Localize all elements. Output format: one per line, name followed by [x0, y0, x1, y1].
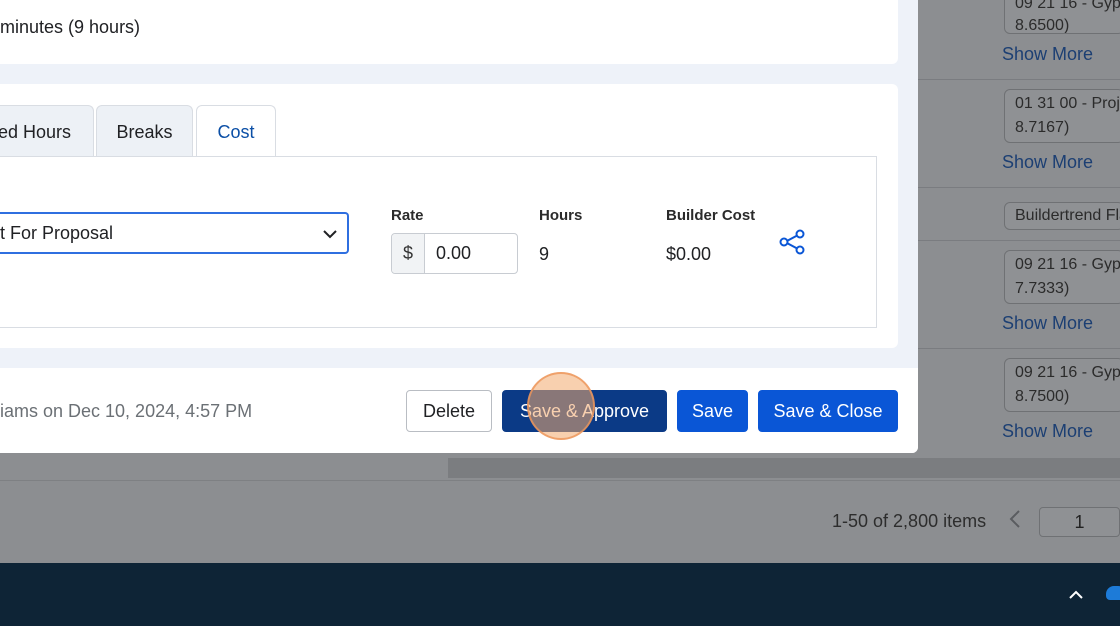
builder-cost-value: $0.00 — [666, 244, 712, 264]
taskbar — [0, 563, 1120, 626]
show-more-link[interactable]: Show More — [1002, 313, 1093, 334]
share-icon[interactable] — [778, 229, 806, 255]
cost-code-tag-value: 7.7333) — [1015, 280, 1070, 297]
cost-code-tag: Buildertrend Fla — [1004, 202, 1120, 230]
page-number-input[interactable]: 1 — [1039, 507, 1120, 537]
last-updated-text: iams on Dec 10, 2024, 4:57 PM — [0, 401, 253, 421]
pagination-summary: 1-50 of 2,800 items — [832, 511, 987, 531]
save-and-close-button[interactable]: Save & Close — [758, 390, 898, 432]
cost-code-tag-text: 01 31 00 - Proje — [1015, 95, 1120, 112]
currency-prefix: $ — [392, 234, 425, 273]
summary-card: minutes (9 hours) — [0, 0, 898, 64]
cost-code-tag: 09 21 16 - Gyps 8.6500) — [1004, 0, 1120, 34]
hours-label: Hours — [539, 207, 583, 224]
save-and-approve-button[interactable]: Save & Approve — [502, 390, 667, 432]
horizontal-scrollbar[interactable] — [448, 458, 1120, 478]
cost-code-select[interactable]: t For Proposal — [0, 212, 349, 254]
hours-value: 9 — [539, 244, 550, 264]
cost-code-tag-value: 8.6500) — [1015, 17, 1070, 34]
builder-cost-label: Builder Cost — [666, 207, 756, 224]
rate-input-group: $ — [391, 233, 518, 274]
divider — [0, 480, 1120, 481]
rate-label: Rate — [391, 207, 424, 224]
tab-label: Breaks — [116, 122, 173, 142]
chevron-up-icon[interactable] — [1066, 584, 1086, 604]
cost-code-value: t For Proposal — [0, 223, 114, 243]
cloud-icon[interactable] — [1106, 586, 1120, 600]
cost-code-tag: 01 31 00 - Proje 8.7167) — [1004, 89, 1120, 143]
show-more-link[interactable]: Show More — [1002, 152, 1093, 173]
cost-code-tag-text: 09 21 16 - Gyps — [1015, 256, 1120, 273]
cost-code-tag: 09 21 16 - Gyps 8.7500) — [1004, 358, 1120, 412]
tab-label: Cost — [217, 122, 255, 142]
cost-code-tag-value: 8.7500) — [1015, 388, 1070, 405]
rate-input[interactable] — [426, 234, 517, 273]
tab-breaks[interactable]: Breaks — [96, 105, 193, 157]
tab-approved-hours[interactable]: ed Hours — [0, 105, 94, 157]
cost-code-tag: 09 21 16 - Gyps 7.7333) — [1004, 250, 1120, 304]
chevron-down-icon — [321, 225, 339, 243]
tab-cost[interactable]: Cost — [196, 105, 276, 158]
tab-label: ed Hours — [0, 122, 71, 142]
chevron-left-icon[interactable] — [1008, 508, 1022, 536]
delete-button[interactable]: Delete — [406, 390, 492, 432]
show-more-link[interactable]: Show More — [1002, 421, 1093, 442]
cost-code-tag-text: 09 21 16 - Gyps — [1015, 0, 1120, 12]
duration-text: minutes (9 hours) — [0, 17, 141, 37]
cost-code-tag-value: 8.7167) — [1015, 119, 1070, 136]
save-button[interactable]: Save — [677, 390, 748, 432]
cost-code-tag-text: 09 21 16 - Gyps — [1015, 364, 1120, 381]
time-clock-modal: minutes (9 hours) ed Hours Breaks Cost t… — [0, 0, 918, 453]
show-more-link[interactable]: Show More — [1002, 44, 1093, 65]
